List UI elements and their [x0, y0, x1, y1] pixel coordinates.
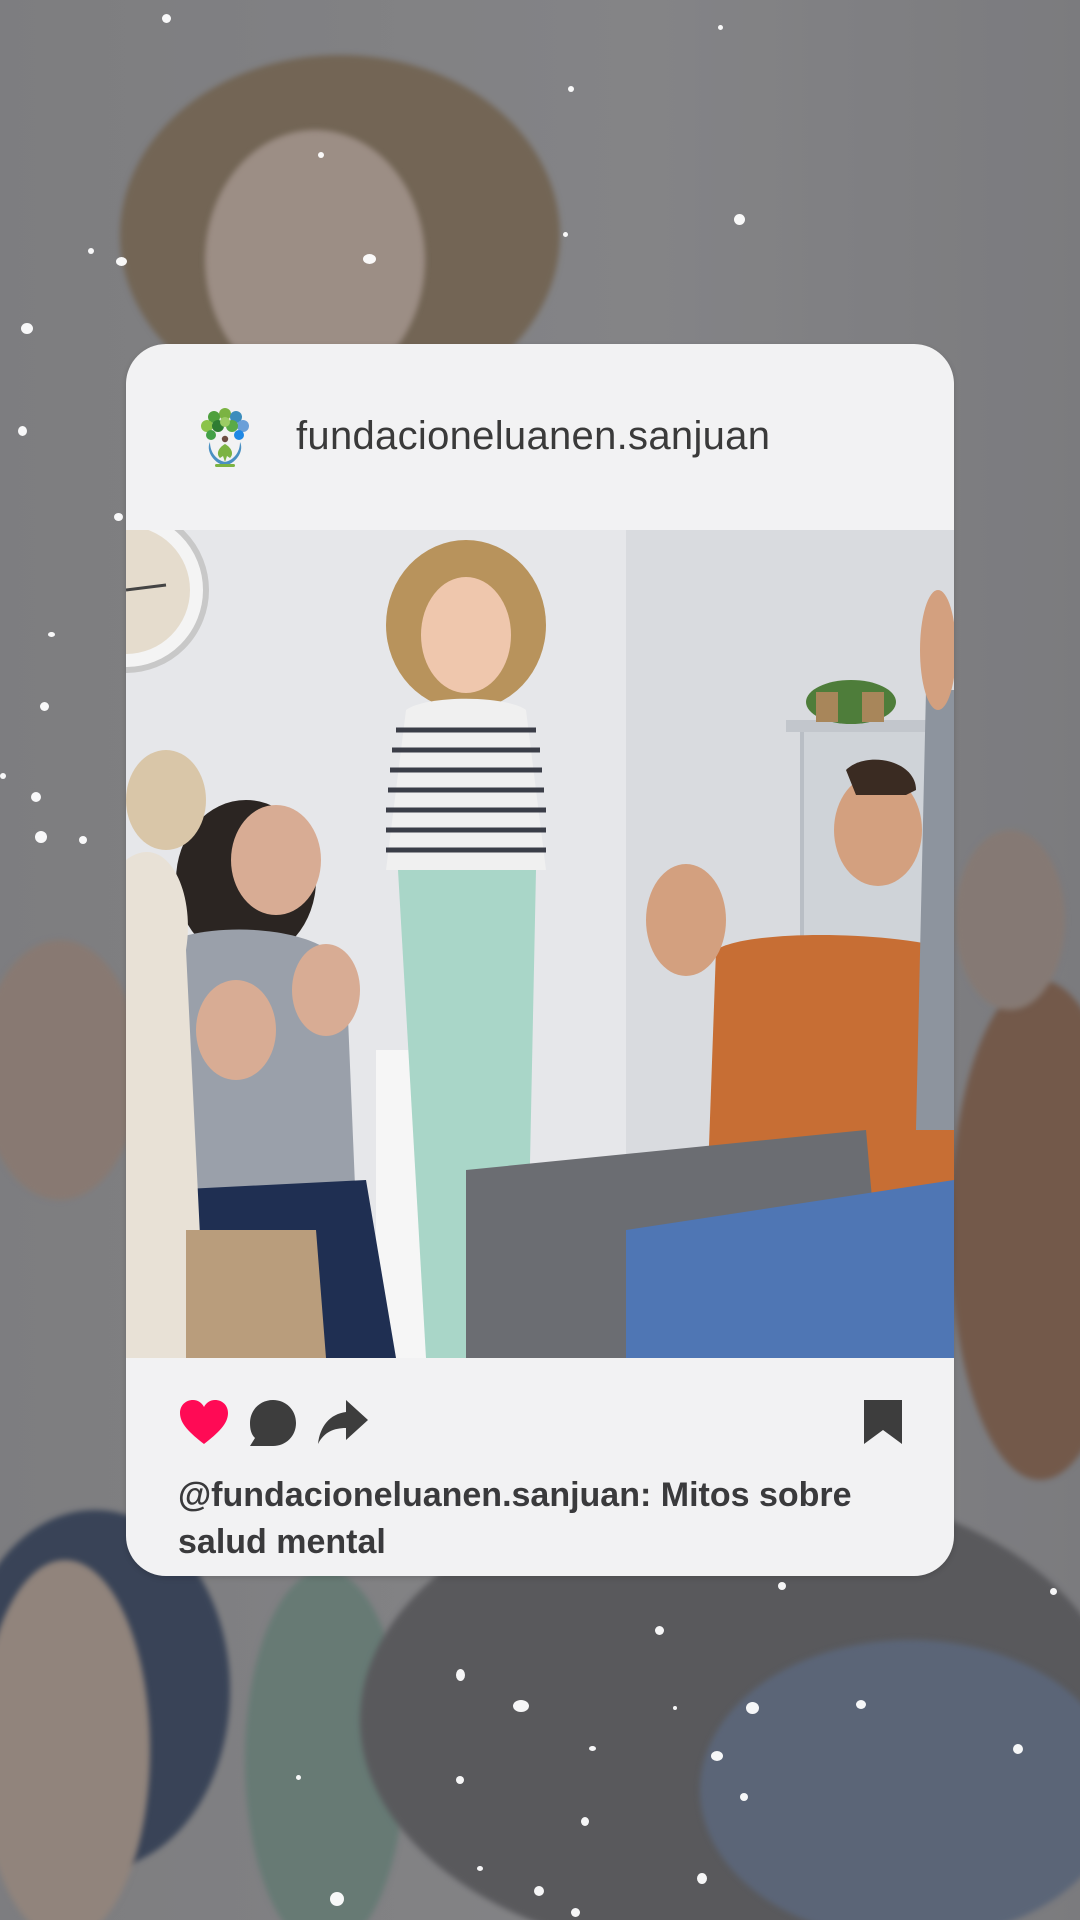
- snow-dot: [746, 1702, 759, 1714]
- snow-dot: [718, 25, 723, 30]
- snow-dot: [88, 248, 94, 254]
- snow-dot: [581, 1817, 589, 1826]
- snow-dot: [513, 1700, 529, 1712]
- snow-dot: [571, 1908, 580, 1917]
- snow-dot: [363, 254, 376, 264]
- snow-dot: [21, 323, 33, 334]
- snow-dot: [79, 836, 87, 844]
- snow-dot: [18, 426, 27, 436]
- snow-dot: [116, 257, 127, 266]
- snow-dot: [114, 513, 123, 521]
- snow-dot: [697, 1873, 707, 1884]
- heart-icon[interactable]: [178, 1398, 230, 1451]
- post-card: fundacioneluanen.sanjuan @fundacioneluan…: [126, 344, 954, 1576]
- snow-dot: [31, 792, 41, 802]
- snow-dot: [734, 214, 745, 225]
- snow-dot: [48, 632, 55, 637]
- snow-dot: [318, 152, 324, 158]
- snow-dot: [0, 773, 6, 779]
- snow-dot: [673, 1706, 677, 1710]
- tree-person-logo-icon[interactable]: [196, 404, 254, 468]
- snow-dot: [296, 1775, 301, 1780]
- snow-dot: [1013, 1744, 1023, 1754]
- snow-dot: [1050, 1588, 1057, 1595]
- snow-dot: [655, 1626, 664, 1635]
- snow-dot: [856, 1700, 866, 1709]
- post-caption: @fundacioneluanen.sanjuan: Mitos sobre s…: [178, 1476, 852, 1561]
- bookmark-icon[interactable]: [862, 1398, 904, 1451]
- share-arrow-icon[interactable]: [316, 1398, 370, 1451]
- snow-dot: [534, 1886, 544, 1896]
- snow-dot: [711, 1751, 723, 1761]
- snow-dot: [35, 831, 47, 843]
- snow-dot: [330, 1892, 344, 1906]
- snow-dot: [456, 1776, 464, 1784]
- snow-dot: [162, 14, 171, 23]
- snow-dot: [477, 1866, 483, 1871]
- post-username[interactable]: fundacioneluanen.sanjuan: [296, 414, 770, 459]
- snow-dot: [563, 232, 568, 237]
- snow-dot: [456, 1669, 465, 1681]
- comment-icon[interactable]: [248, 1398, 298, 1453]
- snow-dot: [568, 86, 574, 92]
- snow-dot: [740, 1793, 748, 1801]
- snow-dot: [589, 1746, 596, 1751]
- post-header: fundacioneluanen.sanjuan: [126, 344, 954, 530]
- post-photo[interactable]: [126, 530, 954, 1358]
- snow-dot: [40, 702, 49, 711]
- snow-dot: [778, 1582, 786, 1590]
